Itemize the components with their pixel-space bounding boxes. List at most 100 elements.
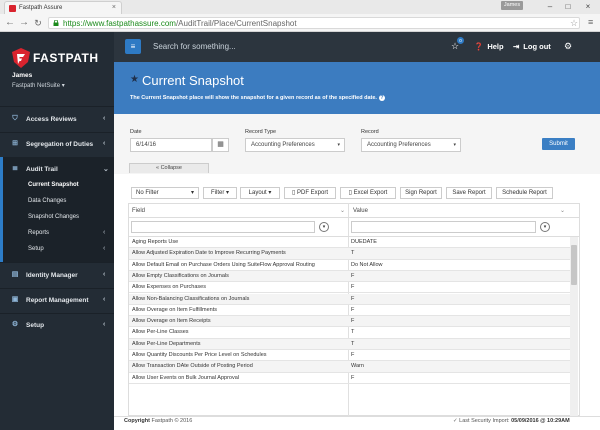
chevron-down-icon: ⌄ xyxy=(103,166,109,173)
field-cell: Allow Transaction DAte Outside of Postin… xyxy=(132,363,253,370)
sidebar-item-label: Access Reviews xyxy=(26,116,77,123)
sidebar-item-audit-trail[interactable]: ≣ Audit Trail ⌄ xyxy=(0,157,114,262)
filter-dropdown-icon[interactable]: ▾ xyxy=(540,222,550,232)
table-row[interactable]: Allow Default Email on Purchase Orders U… xyxy=(129,260,570,271)
field-cell: Allow Overage on Item Fulfillments xyxy=(132,306,217,313)
date-field[interactable]: 6/14/16 xyxy=(130,138,212,152)
sidebar-item-label: Identity Manager xyxy=(26,272,78,279)
field-cell: Allow Per-Line Classes xyxy=(132,329,189,336)
field-filter-input[interactable] xyxy=(131,221,315,233)
close-window-icon[interactable]: × xyxy=(582,1,594,12)
sidebar-sub-reports[interactable]: Reports xyxy=(28,230,49,236)
help-button[interactable]: ❓ Help xyxy=(474,42,504,51)
table-row[interactable]: Aging Reports Use DUEDATE xyxy=(129,237,570,249)
value-filter-input[interactable] xyxy=(351,221,536,233)
layout-button[interactable]: Layout ▾ xyxy=(240,187,280,199)
collapse-tab[interactable]: « Collapse xyxy=(129,163,209,173)
table-row[interactable]: Allow User Events on Bulk Journal Approv… xyxy=(129,373,570,384)
logo-text: FASTPATH xyxy=(33,51,99,65)
filter-button[interactable]: Filter ▾ xyxy=(203,187,237,199)
sidebar-item-setup[interactable]: ⚙ Setup ‹ xyxy=(0,313,114,338)
field-cell: Allow Default Email on Purchase Orders U… xyxy=(132,261,315,268)
table-row[interactable]: Allow Adjusted Expiration Date to Improv… xyxy=(129,248,570,260)
sort-arrow-icon[interactable]: ⌄ xyxy=(560,207,565,214)
favorite-star-icon[interactable]: ★ xyxy=(130,74,139,85)
copyright-label: Copyright xyxy=(124,418,150,424)
close-tab-icon[interactable]: × xyxy=(112,4,116,11)
page-description-text: The Current Snapshot place will show the… xyxy=(130,95,377,101)
column-header-value[interactable]: Value xyxy=(353,208,368,214)
record-label: Record xyxy=(361,129,379,135)
save-report-button[interactable]: Save Report xyxy=(446,187,492,199)
logout-button[interactable]: ⇥ Log out xyxy=(513,42,551,51)
layout-label: Layout xyxy=(248,190,267,196)
reload-icon[interactable]: ↻ xyxy=(33,17,43,29)
table-row[interactable]: Allow Empty Classifications on Journals F xyxy=(129,270,570,283)
filter-select[interactable]: No Filter ▾ xyxy=(131,187,199,199)
org-selector[interactable]: Fastpath NetSuite ▾ xyxy=(12,82,65,89)
last-import: ✓ Last Security Import: 05/09/2016 @ 10:… xyxy=(453,418,570,424)
table-row[interactable]: Allow Expenses on Purchases F xyxy=(129,282,570,294)
browser-profile-chip[interactable]: James xyxy=(501,1,523,10)
caret-down-icon: ▾ xyxy=(268,190,272,196)
table-row[interactable]: Allow Transaction DAte Outside of Postin… xyxy=(129,361,570,373)
excel-icon: ▯ xyxy=(348,190,352,196)
maximize-icon[interactable]: □ xyxy=(562,1,574,12)
value-cell: T xyxy=(351,250,355,257)
sign-report-button[interactable]: Sign Report xyxy=(400,187,442,199)
info-icon[interactable]: ? xyxy=(378,95,385,101)
sidebar-sub-data-changes[interactable]: Data Changes xyxy=(28,198,66,204)
sidebar-item-report-management[interactable]: ▣ Report Management ‹ xyxy=(0,288,114,313)
browser-tab[interactable]: Fastpath Assure × xyxy=(4,1,122,14)
excel-export-button[interactable]: ▯ Excel Export xyxy=(340,187,396,199)
list-icon: ≣ xyxy=(12,165,18,172)
dropdown-arrow-icon: ▾ xyxy=(337,142,340,148)
briefcase-icon: ▣ xyxy=(11,296,19,303)
record-type-select[interactable]: Accounting Preferences ▾ xyxy=(245,138,345,152)
record-select[interactable]: Accounting Preferences ▾ xyxy=(361,138,461,152)
schedule-report-button[interactable]: Schedule Report xyxy=(496,187,553,199)
column-header-field[interactable]: Field xyxy=(132,208,145,214)
sidebar-sub-setup[interactable]: Setup xyxy=(28,246,44,252)
sidebar-item-label: Audit Trail xyxy=(26,166,58,173)
minimize-icon[interactable]: – xyxy=(544,1,556,12)
table-row[interactable]: Allow Overage on Item Fulfillments F xyxy=(129,305,570,317)
table-row[interactable]: Allow Overage on Item Receipts F xyxy=(129,316,570,328)
back-icon[interactable]: ← xyxy=(5,17,15,29)
table-row[interactable]: Allow Quantity Discounts Per Price Level… xyxy=(129,350,570,362)
sidebar-sub-snapshot-changes[interactable]: Snapshot Changes xyxy=(28,214,79,220)
table-row[interactable]: Allow Per-Line Classes T xyxy=(129,327,570,339)
field-cell: Allow Adjusted Expiration Date to Improv… xyxy=(132,250,286,257)
id-card-icon: ▤ xyxy=(11,271,19,278)
chevron-left-icon: ‹ xyxy=(103,229,106,236)
search-input[interactable]: Search for something... xyxy=(153,42,236,51)
table-row[interactable]: Allow Non-Balancing Classifications on J… xyxy=(129,293,570,305)
url-field[interactable]: https://www.fastpathassure.com/AuditTrai… xyxy=(48,17,580,29)
sort-arrow-icon[interactable]: ⌄ xyxy=(340,207,345,214)
settings-gear-icon[interactable]: ⚙ xyxy=(564,41,572,52)
dropdown-arrow-icon: ▾ xyxy=(453,142,456,148)
sidebar-item-identity-manager[interactable]: ▤ Identity Manager ‹ xyxy=(0,263,114,288)
filter-dropdown-icon[interactable]: ▾ xyxy=(319,222,329,232)
sidebar-item-segregation-of-duties[interactable]: ⊞ Segregation of Duties ‹ xyxy=(0,132,114,157)
field-cell: Aging Reports Use xyxy=(132,239,179,245)
bookmark-star-icon[interactable]: ☆ xyxy=(570,18,578,29)
field-cell: Allow Empty Classifications on Journals xyxy=(132,272,229,279)
calendar-icon[interactable]: ▦ xyxy=(212,138,229,152)
chevron-left-icon: ‹ xyxy=(103,296,106,303)
forward-icon[interactable]: → xyxy=(19,17,29,29)
browser-menu-icon[interactable]: ≡ xyxy=(588,17,593,27)
submit-button[interactable]: Submit xyxy=(542,138,575,150)
hamburger-menu-icon[interactable]: ≡ xyxy=(125,39,141,54)
grid-scrollbar-thumb[interactable] xyxy=(571,245,577,285)
sign-out-icon: ⇥ xyxy=(513,42,520,51)
sidebar-item-access-reviews[interactable]: ⛉ Access Reviews ‹ xyxy=(0,107,114,132)
value-cell: F xyxy=(351,374,355,381)
sidebar-item-label: Setup xyxy=(26,322,45,329)
table-row[interactable]: Allow Per-Line Departments T xyxy=(129,338,570,350)
pdf-export-label: PDF Export xyxy=(296,190,328,196)
help-label: Help xyxy=(487,42,504,51)
pdf-export-button[interactable]: ▯ PDF Export xyxy=(284,187,336,199)
logo-shield-icon xyxy=(12,48,30,68)
sidebar-sub-current-snapshot[interactable]: Current Snapshot xyxy=(28,182,79,188)
